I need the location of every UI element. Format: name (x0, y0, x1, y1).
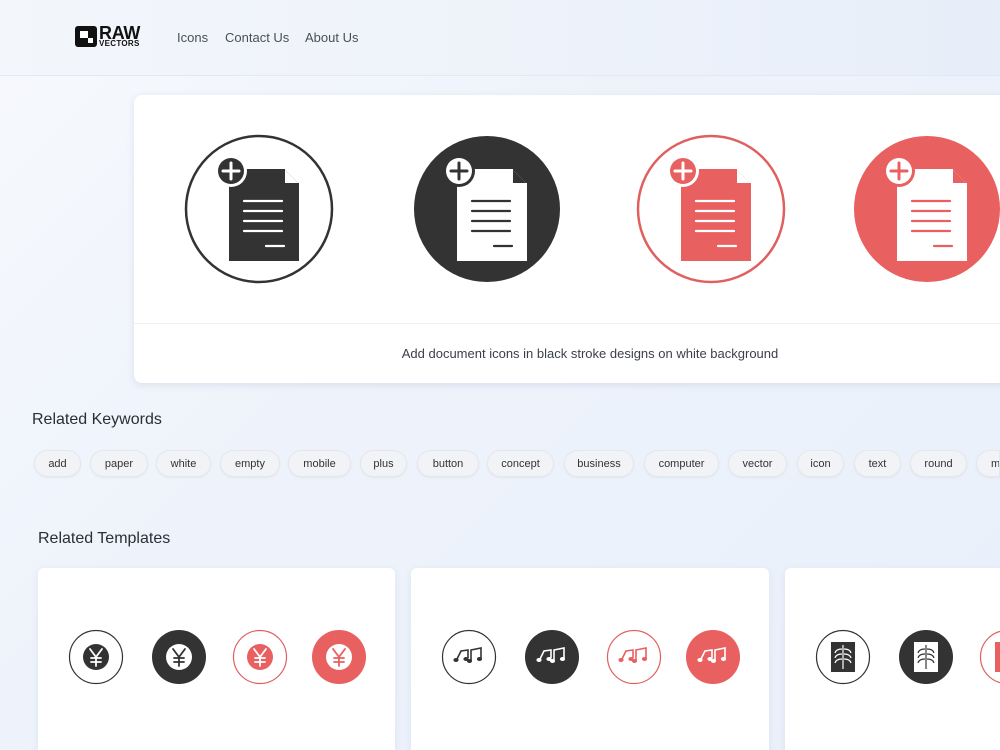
yen-outline-icon (68, 629, 124, 685)
related-templates-heading: Related Templates (38, 530, 171, 547)
yen-red-outline-icon (232, 629, 288, 685)
nav-link-about-us[interactable]: About Us (305, 30, 358, 45)
icon-preview-card: Add document icons in black stroke desig… (134, 95, 1000, 383)
card-divider (134, 323, 1000, 324)
keyword-chip[interactable]: business (564, 450, 634, 477)
music-notes-outline-icon (441, 629, 497, 685)
nav-link-contact-us[interactable]: Contact Us (225, 30, 289, 45)
keyword-chip[interactable]: vector (728, 450, 787, 477)
xray-outline-icon (815, 629, 871, 685)
music-notes-filled-icon (525, 630, 579, 684)
add-document-red-filled-icon[interactable] (852, 134, 1000, 284)
keyword-chip[interactable]: m (976, 450, 1000, 477)
keyword-chip[interactable]: empty (220, 450, 280, 477)
keyword-chip[interactable]: text (854, 450, 901, 477)
nav-link-icons[interactable]: Icons (177, 30, 208, 45)
xray-red-outline-icon (979, 630, 1000, 684)
keyword-chip[interactable]: computer (644, 450, 719, 477)
keyword-chip[interactable]: concept (487, 450, 554, 477)
keyword-chip[interactable]: mobile (288, 450, 351, 477)
add-document-outline-icon[interactable] (184, 134, 334, 284)
add-document-red-outline-icon[interactable] (636, 134, 786, 284)
keyword-chip[interactable]: plus (360, 450, 407, 477)
music-notes-red-outline-icon (606, 629, 662, 685)
top-navigation-bar: RAW VECTORS Icons Contact Us About Us (0, 0, 1000, 76)
template-card-music[interactable] (411, 568, 769, 750)
keyword-chip[interactable]: paper (90, 450, 148, 477)
icon-caption: Add document icons in black stroke desig… (401, 346, 779, 361)
keyword-chip[interactable]: button (417, 450, 479, 477)
xray-filled-icon (899, 630, 953, 684)
logo-text-sub: VECTORS (99, 39, 140, 48)
keyword-chip[interactable]: white (156, 450, 211, 477)
template-card-xray[interactable] (785, 568, 1000, 750)
template-card-yen[interactable] (38, 568, 395, 750)
yen-filled-icon (152, 630, 206, 684)
yen-red-filled-icon (312, 630, 366, 684)
logo-mark-icon (75, 26, 97, 47)
related-keywords-heading: Related Keywords (32, 411, 162, 428)
rawvectors-logo[interactable]: RAW VECTORS (75, 24, 155, 49)
keyword-chip[interactable]: round (910, 450, 967, 477)
keyword-chip[interactable]: add (34, 450, 81, 477)
add-document-filled-icon[interactable] (412, 134, 562, 284)
music-notes-red-filled-icon (686, 630, 740, 684)
keyword-chip[interactable]: icon (797, 450, 844, 477)
